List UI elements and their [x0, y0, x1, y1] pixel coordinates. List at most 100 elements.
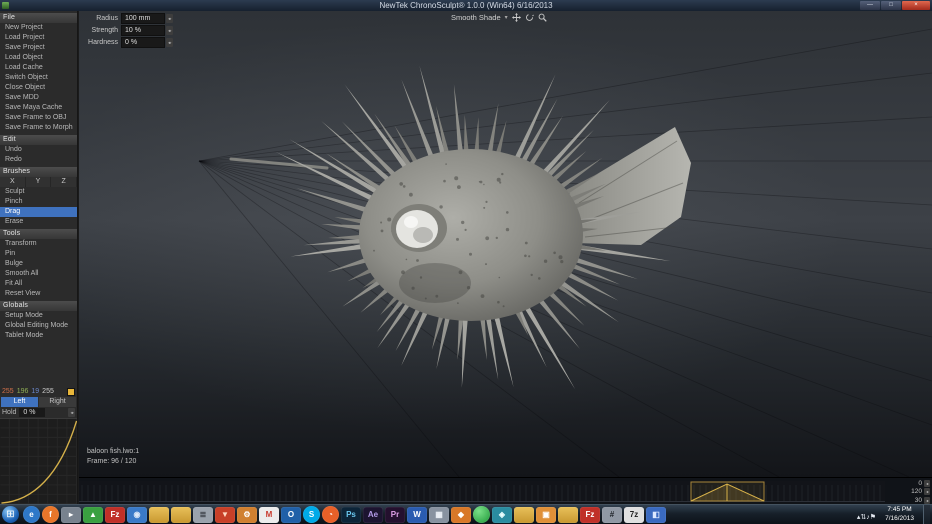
start-button[interactable]: ⊞ [2, 506, 19, 523]
shade-mode-dropdown[interactable]: Smooth Shade [451, 13, 501, 22]
close-button[interactable]: × [902, 1, 930, 10]
tray-icons: ▴⇅♪⚑ [857, 506, 876, 524]
taskbar-icon-media-gray[interactable]: ▸ [61, 507, 81, 523]
sidebar-item-redo[interactable]: Redo [0, 155, 77, 165]
taskbar-icon-folder-2[interactable] [171, 507, 191, 523]
sidebar-item-switch-object[interactable]: Switch Object [0, 73, 77, 83]
taskbar-icon-browser-orange[interactable]: ◔ [322, 506, 339, 523]
start-frame-value[interactable]: 0 [918, 480, 922, 487]
hardness-value[interactable]: 0 % [121, 37, 165, 48]
show-desktop-button[interactable] [923, 505, 930, 524]
taskbar-icon-red-pepper[interactable]: ▼ [215, 507, 235, 523]
fps-stepper[interactable]: ◂▸ [924, 497, 930, 504]
radius-value[interactable]: 100 mm [121, 13, 165, 24]
taskbar-icon-gray-app[interactable]: ▦ [429, 507, 449, 523]
taskbar-icon-teal-app[interactable]: ◈ [492, 507, 512, 523]
sidebar-item-load-project[interactable]: Load Project [0, 33, 77, 43]
end-frame-stepper[interactable]: ◂▸ [924, 488, 930, 495]
taskbar-icon-outlook[interactable]: O [281, 507, 301, 523]
sidebar-item-pinch[interactable]: Pinch [0, 197, 77, 207]
taskbar-icon-premiere[interactable]: Pr [385, 507, 405, 523]
taskbar-icon-firefox[interactable]: f [42, 506, 59, 523]
fps-value[interactable]: 30 [915, 497, 922, 504]
taskbar-icon-camera-blue[interactable]: ◉ [127, 507, 147, 523]
taskbar-icon-notes-gray[interactable]: ≣ [193, 507, 213, 523]
section-header-globals: Globals [0, 301, 77, 311]
taskbar-icon-word[interactable]: W [407, 507, 427, 523]
sidebar-item-save-mdd[interactable]: Save MDD [0, 93, 77, 103]
left-button[interactable]: Left [1, 397, 38, 407]
sidebar-item-new-project[interactable]: New Project [0, 23, 77, 33]
sidebar-item-transform[interactable]: Transform [0, 239, 77, 249]
sidebar-item-pin[interactable]: Pin [0, 249, 77, 259]
timeline-scrubber[interactable] [79, 481, 885, 502]
end-frame-value[interactable]: 120 [911, 488, 922, 495]
sidebar-item-save-frame-to-morph[interactable]: Save Frame to Morph [0, 123, 77, 133]
timeline-panel: 0 ◂▸ 120 ◂▸ 30 ◂▸ [79, 477, 932, 504]
tray-action-center-icon[interactable]: ⚑ [870, 514, 876, 521]
hold-value[interactable]: 0 % [19, 408, 45, 417]
taskbar-icon-photoshop[interactable]: Ps [341, 507, 361, 523]
taskbar-clock[interactable]: 7:45 PM 7/16/2013 [880, 506, 919, 524]
radius-stepper[interactable]: ◂▸ [166, 14, 173, 23]
color-value-red[interactable]: 255 [2, 388, 14, 395]
viewport-3d[interactable]: Radius 100 mm ◂▸ Strength 10 % ◂▸ Hardne… [79, 11, 932, 477]
sidebar-item-save-frame-to-obj[interactable]: Save Frame to OBJ [0, 113, 77, 123]
sidebar-item-global-editing-mode[interactable]: Global Editing Mode [0, 321, 77, 331]
start-frame-stepper[interactable]: ◂▸ [924, 480, 930, 487]
sidebar-item-fit-all[interactable]: Fit All [0, 279, 77, 289]
taskbar-icon-green-orb[interactable] [473, 506, 490, 523]
maximize-button[interactable]: □ [881, 1, 901, 10]
taskbar-icon-blue-app[interactable]: ◧ [646, 507, 666, 523]
taskbar-icon-filezilla-2[interactable]: Fz [580, 507, 600, 523]
hold-stepper[interactable]: ◂▸ [68, 408, 75, 417]
zoom-tool-icon[interactable] [538, 13, 547, 22]
taskbar-icon-orange-box[interactable]: ▣ [536, 507, 556, 523]
sidebar-item-reset-view[interactable]: Reset View [0, 289, 77, 299]
minimize-button[interactable]: — [860, 1, 880, 10]
taskbar-icon-green-play[interactable]: ▲ [83, 507, 103, 523]
sidebar-item-close-object[interactable]: Close Object [0, 83, 77, 93]
sidebar-item-save-maya-cache[interactable]: Save Maya Cache [0, 103, 77, 113]
rotate-tool-icon[interactable] [525, 13, 534, 22]
move-tool-icon[interactable] [512, 13, 521, 22]
sidebar-item-sculpt[interactable]: Sculpt [0, 187, 77, 197]
taskbar-icon-ie[interactable]: e [23, 506, 40, 523]
hardness-stepper[interactable]: ◂▸ [166, 38, 173, 47]
sidebar-item-load-cache[interactable]: Load Cache [0, 63, 77, 73]
axis-toggle-z[interactable]: Z [51, 177, 77, 187]
sidebar-item-drag[interactable]: Drag [0, 207, 77, 217]
taskbar-icon-orange-gear[interactable]: ⚙ [237, 507, 257, 523]
color-value-alpha[interactable]: 255 [42, 388, 54, 395]
sidebar-item-undo[interactable]: Undo [0, 145, 77, 155]
taskbar-icon-folder-3[interactable] [514, 507, 534, 523]
strength-stepper[interactable]: ◂▸ [166, 26, 173, 35]
taskbar-icon-gmail[interactable]: M [259, 507, 279, 523]
taskbar-icon-folder-1[interactable] [149, 507, 169, 523]
sidebar-item-bulge[interactable]: Bulge [0, 259, 77, 269]
taskbar-icon-skype[interactable]: S [303, 506, 320, 523]
color-value-blue[interactable]: 19 [31, 388, 39, 395]
section-header-brushes: Brushes [0, 167, 77, 177]
taskbar-icon-calculator[interactable]: # [602, 507, 622, 523]
sidebar-item-erase[interactable]: Erase [0, 217, 77, 227]
sidebar-item-setup-mode[interactable]: Setup Mode [0, 311, 77, 321]
taskbar-icon-folder-4[interactable] [558, 507, 578, 523]
sidebar-item-save-project[interactable]: Save Project [0, 43, 77, 53]
axis-toggle-y[interactable]: Y [26, 177, 52, 187]
right-button[interactable]: Right [39, 397, 76, 407]
falloff-curve-editor[interactable] [0, 418, 78, 504]
axis-toggle-x[interactable]: X [0, 177, 26, 187]
sidebar-item-smooth-all[interactable]: Smooth All [0, 269, 77, 279]
sidebar: FileNew ProjectLoad ProjectSave ProjectL… [0, 11, 78, 504]
taskbar-icon-filezilla[interactable]: Fz [105, 507, 125, 523]
sidebar-item-tablet-mode[interactable]: Tablet Mode [0, 331, 77, 341]
color-swatch[interactable] [67, 388, 75, 396]
strength-value[interactable]: 10 % [121, 25, 165, 36]
taskbar-icon-7zip[interactable]: 7z [624, 507, 644, 523]
stereo-toggle: Left Right [0, 397, 77, 407]
sidebar-item-load-object[interactable]: Load Object [0, 53, 77, 63]
taskbar-icon-orange-app[interactable]: ◆ [451, 507, 471, 523]
taskbar-icon-after-effects[interactable]: Ae [363, 507, 383, 523]
color-value-green[interactable]: 196 [17, 388, 29, 395]
